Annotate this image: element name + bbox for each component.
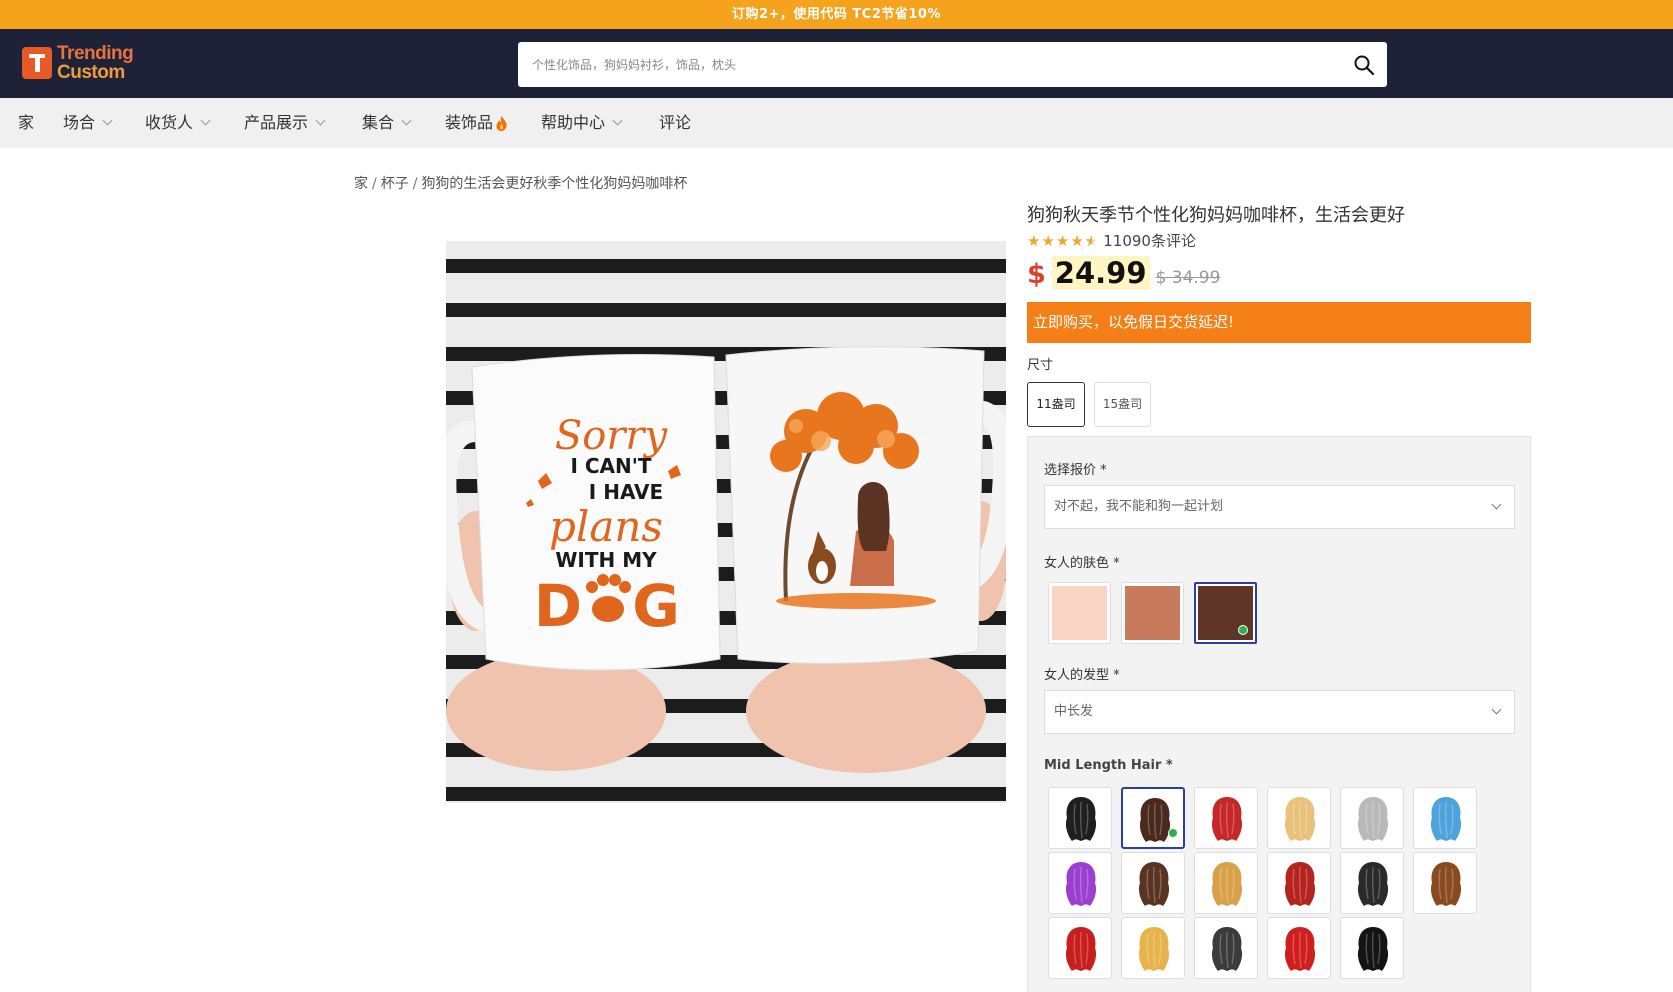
hair-color-option[interactable] <box>1267 852 1331 914</box>
svg-text:WITH MY: WITH MY <box>555 548 657 572</box>
currency-symbol: $ <box>1027 259 1046 290</box>
logo-text-line2: Custom <box>57 62 125 83</box>
hair-icon <box>1284 927 1316 971</box>
flame-icon <box>496 115 507 131</box>
chevron-down-icon <box>1491 499 1502 510</box>
selected-check-icon <box>1238 625 1248 635</box>
hair-icon <box>1357 927 1389 971</box>
hair-icon <box>1357 862 1389 906</box>
search-icon[interactable] <box>1353 54 1375 76</box>
skin-tone-swatch[interactable] <box>1048 582 1111 644</box>
chevron-down-icon <box>102 115 113 126</box>
hair-color-option[interactable] <box>1121 852 1185 914</box>
price-row: $ 24.99 $ 34.99 <box>1027 256 1220 290</box>
hair-color-option[interactable] <box>1340 852 1404 914</box>
hair-color-option[interactable] <box>1267 917 1331 979</box>
hair-color-option[interactable] <box>1121 917 1185 979</box>
logo-text-line1: Trending <box>57 43 134 64</box>
hairstyle-select[interactable]: 中长发 <box>1044 690 1515 734</box>
urgency-banner: 立即购买，以免假日交货延迟! <box>1027 302 1531 343</box>
breadcrumb-home[interactable]: 家 <box>354 176 368 192</box>
nav-item-help-center[interactable]: 帮助中心 <box>541 98 623 148</box>
nav-item-recipients[interactable]: 收货人 <box>145 98 211 148</box>
hair-color-option[interactable] <box>1194 852 1258 914</box>
hairstyle-select-value: 中长发 <box>1054 704 1094 719</box>
chevron-down-icon <box>200 115 211 126</box>
svg-text:plans: plans <box>549 502 663 551</box>
nav-item-products[interactable]: 产品展示 <box>244 98 326 148</box>
chevron-down-icon <box>401 115 412 126</box>
original-price: $ 34.99 <box>1155 268 1221 288</box>
quote-select-value: 对不起，我不能和狗一起计划 <box>1054 499 1224 514</box>
chevron-down-icon <box>612 115 623 126</box>
promo-banner: 订购2+，使用代码 TC2节省10% <box>0 0 1673 29</box>
hair-color-option[interactable] <box>1048 787 1112 849</box>
hairstyle-label: 女人的发型 * <box>1044 668 1120 683</box>
hair-color-option[interactable] <box>1340 787 1404 849</box>
main-nav: 家 场合 收货人 产品展示 集合 装饰品 帮助中心 评论 <box>0 98 1673 148</box>
hair-color-label: Mid Length Hair * <box>1044 758 1173 773</box>
nav-item-home[interactable]: 家 <box>18 98 34 148</box>
hair-icon <box>1211 797 1243 841</box>
skin-tone-label: 女人的肤色 * <box>1044 556 1120 571</box>
nav-item-occasions[interactable]: 场合 <box>63 98 113 148</box>
chevron-down-icon <box>315 115 326 126</box>
breadcrumb-category[interactable]: 杯子 <box>381 176 409 192</box>
chevron-down-icon <box>1491 704 1502 715</box>
customization-panel: 选择报价 * 对不起，我不能和狗一起计划 女人的肤色 * 女人的发型 * 中长发… <box>1027 436 1531 992</box>
hair-color-option[interactable] <box>1413 852 1477 914</box>
selected-check-icon <box>1168 828 1178 838</box>
quote-select[interactable]: 对不起，我不能和狗一起计划 <box>1044 485 1515 529</box>
hair-icon <box>1065 797 1097 841</box>
svg-text:I HAVE: I HAVE <box>589 480 663 504</box>
hair-icon <box>1065 927 1097 971</box>
product-image[interactable]: Sorry I CAN'T I HAVE plans WITH MY D G <box>446 241 1006 803</box>
sale-price: 24.99 <box>1051 256 1150 290</box>
size-option-11oz[interactable]: 11盎司 <box>1027 382 1085 427</box>
hair-icon <box>1211 862 1243 906</box>
product-rating[interactable]: ★★★★★★ 11090条评论 <box>1027 230 1196 251</box>
product-title: 狗狗秋天季节个性化狗妈妈咖啡杯，生活会更好 <box>1027 205 1405 226</box>
hair-icon <box>1284 862 1316 906</box>
svg-text:G: G <box>632 572 680 640</box>
size-option-15oz[interactable]: 15盎司 <box>1094 382 1151 427</box>
hair-icon <box>1284 797 1316 841</box>
logo-mark-icon <box>22 47 52 79</box>
review-count[interactable]: 11090条评论 <box>1103 230 1196 251</box>
hair-icon <box>1211 927 1243 971</box>
hair-color-option[interactable] <box>1048 917 1112 979</box>
nav-item-reviews[interactable]: 评论 <box>659 98 691 148</box>
skin-tone-swatch[interactable] <box>1194 582 1257 644</box>
hair-color-option[interactable] <box>1267 787 1331 849</box>
hair-color-option[interactable] <box>1413 787 1477 849</box>
quote-label: 选择报价 * <box>1044 463 1107 478</box>
nav-item-ornaments[interactable]: 装饰品 <box>445 98 508 148</box>
hair-icon <box>1138 862 1170 906</box>
hair-color-option[interactable] <box>1121 787 1185 849</box>
star-rating-icon: ★★★★★★ <box>1027 231 1100 250</box>
hair-color-option[interactable] <box>1048 852 1112 914</box>
nav-item-collections[interactable]: 集合 <box>362 98 412 148</box>
skin-tone-swatch[interactable] <box>1121 582 1184 644</box>
hair-icon <box>1065 862 1097 906</box>
svg-text:D: D <box>534 572 582 640</box>
size-label: 尺寸 <box>1027 358 1054 373</box>
hair-icon <box>1430 797 1462 841</box>
hair-color-option[interactable] <box>1194 787 1258 849</box>
hair-color-option[interactable] <box>1194 917 1258 979</box>
search-input[interactable] <box>532 42 1332 87</box>
search-bar <box>518 42 1387 87</box>
hair-icon <box>1139 798 1171 842</box>
site-header: Trending Custom <box>0 29 1673 98</box>
breadcrumb: 家 / 杯子 / 狗狗的生活会更好秋季个性化狗妈妈咖啡杯 <box>354 176 688 192</box>
hair-icon <box>1138 927 1170 971</box>
hair-color-option[interactable] <box>1340 917 1404 979</box>
hair-icon <box>1357 797 1389 841</box>
svg-text:Sorry: Sorry <box>555 413 669 459</box>
breadcrumb-current: 狗狗的生活会更好秋季个性化狗妈妈咖啡杯 <box>421 176 688 192</box>
mug-photo: Sorry I CAN'T I HAVE plans WITH MY D G <box>446 241 1006 803</box>
hair-icon <box>1430 862 1462 906</box>
svg-text:I CAN'T: I CAN'T <box>570 454 651 478</box>
logo[interactable]: Trending Custom <box>22 43 142 83</box>
